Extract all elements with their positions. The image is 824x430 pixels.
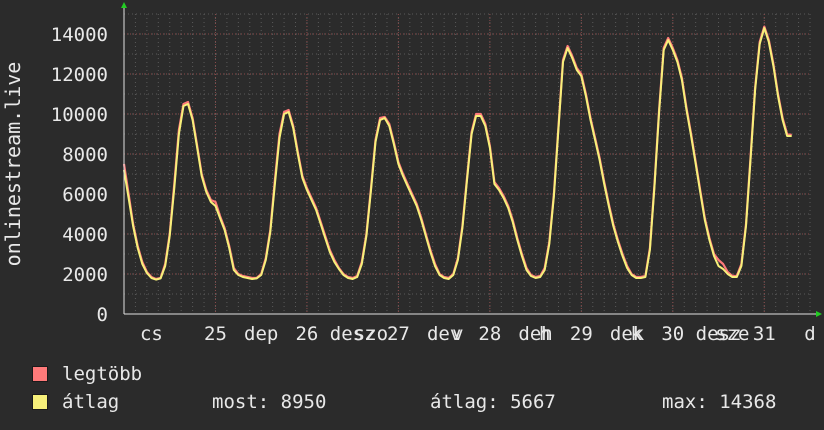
x-tick-label: 29 [570, 323, 593, 345]
x-tick-label: 31 [753, 323, 776, 345]
stat-now: most: 8950 [212, 391, 327, 413]
legend-item-avg: átlag [32, 391, 119, 413]
y-tick-label: 8000 [62, 144, 108, 166]
y-tick-label: 0 [97, 304, 108, 326]
x-tick-label: 30 [661, 323, 684, 345]
x-tick-label: 25 [204, 323, 227, 345]
legend-label-avg: átlag [62, 391, 120, 413]
x-tick-label: h [539, 323, 550, 345]
stat-average: átlag: 5667 [430, 391, 556, 413]
y-tick-label: 10000 [51, 104, 108, 126]
x-tick-label: szo [354, 323, 388, 345]
y-tick-label: 14000 [51, 24, 108, 46]
y-tick-label: 12000 [51, 64, 108, 86]
x-tick-label: d [804, 323, 815, 345]
legend-label-max: legtöbb [62, 363, 143, 385]
y-axis-arrow [121, 2, 127, 8]
x-tick-label: v [452, 323, 463, 345]
x-axis-arrow [816, 311, 822, 317]
x-tick-label: 28 [478, 323, 501, 345]
y-tick-label: 6000 [62, 184, 108, 206]
stat-max: max: 14368 [662, 391, 777, 413]
x-tick-label: dep [244, 323, 278, 345]
x-tick-label: cs [140, 323, 163, 345]
x-tick-label: 27 [387, 323, 410, 345]
legend-swatch-avg [32, 394, 48, 410]
y-tick-label: 2000 [62, 264, 108, 286]
x-tick-label: sze [715, 323, 749, 345]
legend-item-max: legtöbb [32, 363, 142, 385]
x-tick-label: k [630, 323, 642, 345]
y-tick-label: 4000 [62, 224, 108, 246]
x-tick-label: 26 [295, 323, 318, 345]
legend-swatch-max [32, 366, 48, 382]
y-axis-label: onlinestream.live [1, 62, 25, 267]
